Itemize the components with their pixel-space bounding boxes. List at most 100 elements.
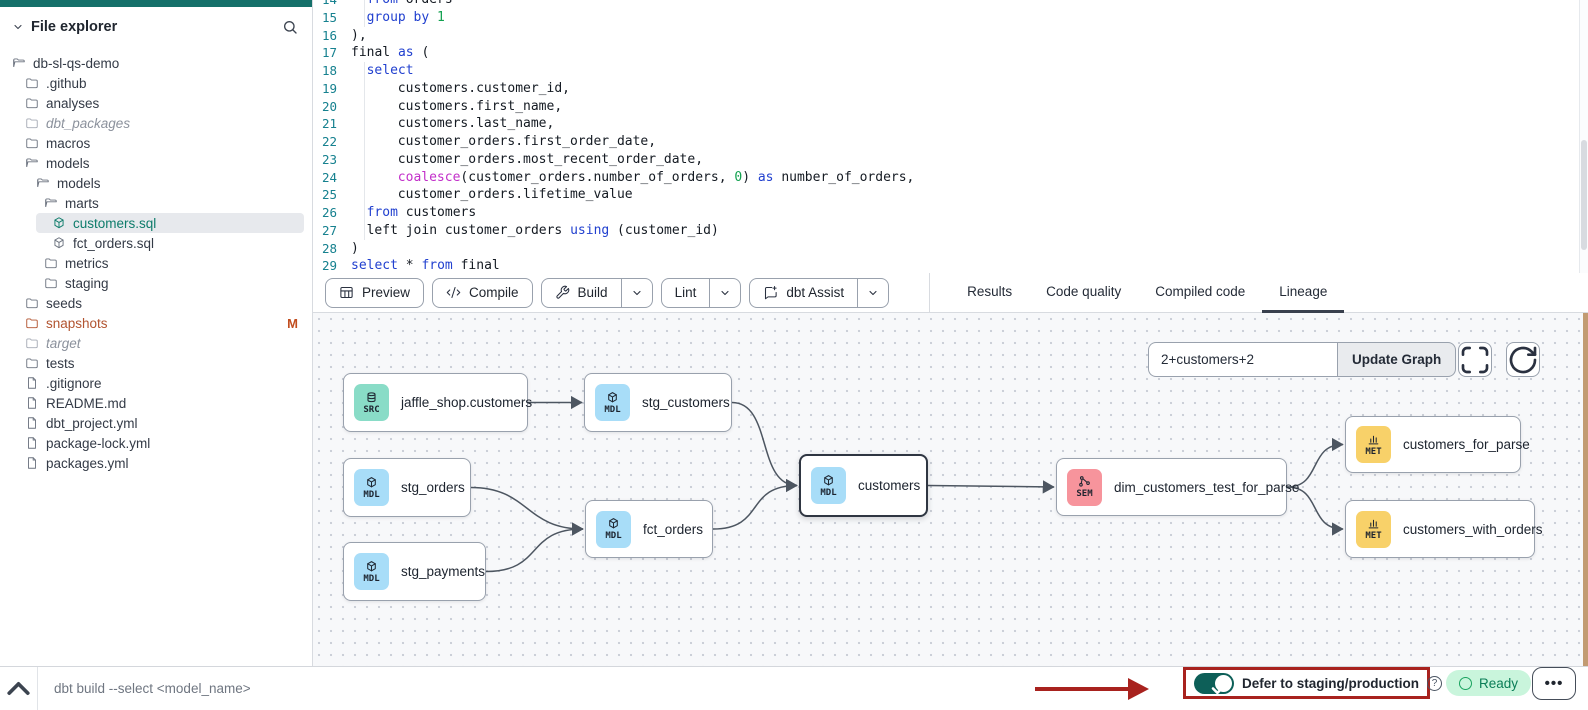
file-tree-item[interactable]: staging — [0, 273, 312, 293]
file-tree-item[interactable]: .gitignore — [0, 373, 312, 393]
database-icon: SRC — [354, 384, 389, 421]
line-number: 25 — [313, 186, 351, 204]
help-icon[interactable]: ? — [1427, 676, 1442, 691]
editor-scrollbar[interactable] — [1579, 0, 1588, 273]
tab-results[interactable]: Results — [950, 273, 1029, 313]
file-icon — [25, 396, 39, 410]
lineage-node-fct_orders[interactable]: MDLfct_orders — [585, 500, 713, 558]
file-tree: db-sl-qs-demo .github analysesdbt_packages… — [0, 53, 312, 473]
dbt-assist-button[interactable]: dbt Assist — [749, 278, 889, 308]
chevron-down-icon[interactable] — [12, 21, 24, 33]
code-line[interactable]: 26from customers — [313, 204, 1578, 222]
code-line[interactable]: 29select * from final — [313, 257, 1578, 273]
chevron-down-icon[interactable] — [709, 279, 740, 307]
code-line[interactable]: 27left join customer_orders using (custo… — [313, 222, 1578, 240]
lineage-selector-input[interactable] — [1148, 342, 1337, 377]
file-tree-label: .github — [46, 76, 87, 91]
file-tree-label: snapshots — [46, 316, 108, 331]
file-tree-item[interactable]: dbt_packages — [0, 113, 312, 133]
node-label: dim_customers_test_for_parse — [1114, 480, 1299, 495]
folder-open-icon — [36, 176, 50, 190]
defer-label: Defer to staging/production — [1242, 676, 1419, 691]
tab-lineage[interactable]: Lineage — [1262, 273, 1344, 313]
update-graph-button[interactable]: Update Graph — [1337, 342, 1456, 377]
chart-icon: MET — [1356, 511, 1391, 548]
file-tree-item[interactable]: target — [0, 333, 312, 353]
code-line[interactable]: 17final as ( — [313, 44, 1578, 62]
file-tree-label: marts — [65, 196, 99, 211]
file-tree-item[interactable]: models — [0, 173, 312, 193]
node-label: stg_orders — [401, 480, 465, 495]
chevron-down-icon[interactable] — [621, 279, 652, 307]
code-editor[interactable]: 14from orders15group by 116),17final as … — [313, 0, 1588, 273]
file-tree-item[interactable]: package-lock.yml — [0, 433, 312, 453]
lineage-node-stg_customers[interactable]: MDLstg_customers — [584, 373, 732, 432]
status-badge[interactable]: Ready — [1446, 670, 1531, 696]
build-button[interactable]: Build — [541, 278, 653, 308]
annotation-arrow-head — [1128, 678, 1149, 700]
code-line[interactable]: 15group by 1 — [313, 9, 1578, 27]
file-tree-item[interactable]: README.md — [0, 393, 312, 413]
file-tree-item[interactable]: tests — [0, 353, 312, 373]
file-tree-item[interactable]: marts — [0, 193, 312, 213]
tab-code-quality[interactable]: Code quality — [1029, 273, 1138, 313]
command-input[interactable] — [38, 680, 458, 697]
defer-toggle[interactable] — [1194, 673, 1234, 694]
file-tree-item[interactable]: snapshotsM — [0, 313, 312, 333]
file-tree-item[interactable]: fct_orders.sql — [0, 233, 312, 253]
file-tree-item[interactable]: models — [0, 153, 312, 173]
file-tree-item[interactable]: metrics — [0, 253, 312, 273]
lineage-node-dim_customers_test_for_parse[interactable]: SEMdim_customers_test_for_parse — [1056, 458, 1287, 516]
search-icon[interactable] — [282, 19, 298, 35]
file-tree-item[interactable]: seeds — [0, 293, 312, 313]
file-tree-item[interactable]: packages.yml — [0, 453, 312, 473]
node-label: customers_with_orders — [1403, 522, 1543, 537]
code-line[interactable]: 24coalesce(customer_orders.number_of_ord… — [313, 169, 1578, 187]
button-label: Compile — [469, 285, 519, 300]
lineage-node-customers[interactable]: MDLcustomers — [799, 454, 928, 517]
lint-button[interactable]: Lint — [661, 278, 742, 308]
file-tree-item[interactable]: dbt_project.yml — [0, 413, 312, 433]
lineage-node-stg_orders[interactable]: MDLstg_orders — [343, 458, 471, 517]
line-number: 22 — [313, 133, 351, 151]
lineage-node-stg_payments[interactable]: MDLstg_payments — [343, 542, 486, 601]
lineage-node-customers_with_orders[interactable]: METcustomers_with_orders — [1345, 500, 1535, 558]
code-line[interactable]: 22customer_orders.first_order_date, — [313, 133, 1578, 151]
assist-icon — [763, 285, 778, 300]
code-line[interactable]: 18select — [313, 62, 1578, 80]
lineage-node-jaffle_shop_customers[interactable]: SRCjaffle_shop.customers — [343, 373, 528, 432]
editor-scrollbar-thumb[interactable] — [1581, 140, 1587, 250]
file-tree-item[interactable]: .github — [0, 73, 312, 93]
file-tree-label: seeds — [46, 296, 82, 311]
file-tree-item[interactable]: analyses — [0, 93, 312, 113]
code-line[interactable]: 20customers.first_name, — [313, 98, 1578, 116]
lineage-scrollbar[interactable] — [1583, 313, 1588, 666]
refresh-graph-button[interactable] — [1506, 342, 1540, 377]
expand-command-bar-button[interactable] — [0, 670, 37, 707]
code-icon — [446, 285, 461, 300]
folder-open-icon — [25, 156, 39, 170]
folder-icon — [25, 336, 39, 350]
code-line[interactable]: 19customers.customer_id, — [313, 80, 1578, 98]
fullscreen-icon — [1459, 344, 1491, 376]
file-tree-item[interactable]: db-sl-qs-demo — [0, 53, 312, 73]
code-line[interactable]: 21customers.last_name, — [313, 115, 1578, 133]
table-icon — [339, 285, 354, 300]
code-line[interactable]: 23customer_orders.most_recent_order_date… — [313, 151, 1578, 169]
preview-button[interactable]: Preview — [325, 278, 424, 308]
code-line[interactable]: 14from orders — [313, 0, 1578, 9]
file-tree-item[interactable]: customers.sql — [36, 213, 304, 233]
fullscreen-button[interactable] — [1458, 342, 1492, 377]
code-line[interactable]: 16), — [313, 27, 1578, 45]
lineage-node-customers_for_parse[interactable]: METcustomers_for_parse — [1345, 416, 1521, 473]
folder-icon — [25, 316, 39, 330]
compile-button[interactable]: Compile — [432, 278, 533, 308]
file-tree-label: packages.yml — [46, 456, 129, 471]
code-line[interactable]: 28) — [313, 240, 1578, 258]
cube-icon: MDL — [595, 384, 630, 421]
code-line[interactable]: 25customer_orders.lifetime_value — [313, 186, 1578, 204]
file-tree-item[interactable]: macros — [0, 133, 312, 153]
more-options-button[interactable]: ••• — [1532, 667, 1576, 700]
chevron-down-icon[interactable] — [857, 279, 888, 307]
tab-compiled-code[interactable]: Compiled code — [1138, 273, 1262, 313]
